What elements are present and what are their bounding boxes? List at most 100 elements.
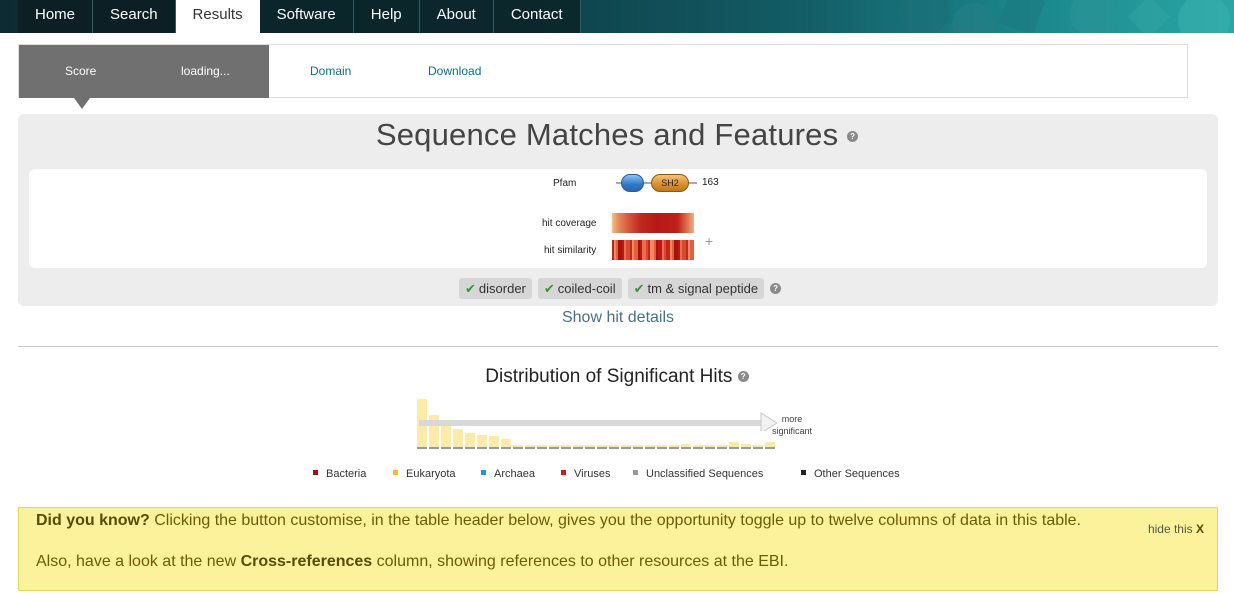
distribution-bar-base: [513, 447, 523, 449]
distribution-bar-base: [717, 447, 727, 449]
toggle-tm-signal-peptide[interactable]: ✔ tm & signal peptide: [627, 278, 765, 299]
check-icon: ✔: [633, 281, 645, 296]
distribution-bar-base: [645, 447, 655, 449]
distribution-title-row: Distribution of Significant Hits ?: [0, 366, 1234, 388]
sequence-length: 163: [702, 177, 719, 188]
did-you-know-line1: Did you know? Clicking the button custom…: [36, 512, 1081, 530]
did-you-know-line2: Also, have a look at the new Cross-refer…: [36, 553, 788, 571]
legend-swatch: [633, 470, 638, 475]
tab-score[interactable]: Score: [65, 64, 96, 78]
legend-viruses: Viruses: [561, 468, 610, 480]
nav-help[interactable]: Help: [353, 0, 420, 33]
distribution-bar-base: [441, 447, 451, 449]
more-significant-line2: significant: [772, 426, 813, 436]
distribution-bar-base: [693, 447, 703, 449]
toggle-disorder-label: disorder: [478, 281, 526, 296]
distribution-bar[interactable]: [489, 436, 499, 447]
distribution-bar-base: [765, 447, 775, 449]
legend-label: Viruses: [574, 468, 611, 480]
distribution-bar-base: [525, 447, 535, 449]
distribution-title: Distribution of Significant Hits: [485, 366, 733, 387]
distribution-bar-base: [573, 447, 583, 449]
distribution-bar-base: [453, 447, 463, 449]
check-icon: ✔: [465, 281, 476, 296]
show-hit-details-link[interactable]: Show hit details: [0, 309, 1234, 327]
did-you-know-text2-post: column, showing references to other reso…: [376, 553, 789, 570]
distribution-bar-base: [621, 447, 631, 449]
hide-tip-label: hide this: [1147, 522, 1193, 536]
pfam-label: Pfam: [553, 178, 577, 189]
sequence-title: Sequence Matches and Features: [375, 117, 839, 152]
hit-similarity-label: hit similarity: [544, 245, 597, 256]
distribution-bar-base: [417, 447, 427, 449]
nav-results[interactable]: Results: [175, 0, 260, 33]
nav-software[interactable]: Software: [259, 0, 354, 33]
distribution-bar-base: [465, 447, 475, 449]
distribution-bar-base: [585, 447, 595, 449]
hide-tip-button[interactable]: hide this X: [1148, 522, 1204, 536]
legend-label: Unclassified Sequences: [646, 468, 764, 480]
distribution-bar-base: [729, 447, 739, 449]
result-tabs: Score loading... Domain Download: [18, 44, 1188, 109]
did-you-know-lead: Did you know?: [36, 512, 150, 529]
tab-domain[interactable]: Domain: [310, 64, 351, 78]
distribution-bar-base: [669, 447, 679, 449]
hit-coverage-bar: [612, 213, 694, 233]
help-icon[interactable]: ?: [847, 131, 859, 143]
hit-similarity-bar: [612, 240, 694, 260]
legend-bacteria: Bacteria: [313, 468, 366, 480]
legend-swatch: [481, 470, 486, 475]
tab-pointer: [74, 98, 90, 109]
legend-label: Bacteria: [326, 468, 367, 480]
distribution-bar-base: [501, 447, 511, 449]
distribution-bar-base: [657, 447, 667, 449]
distribution-bar-base: [681, 447, 691, 449]
hit-coverage-label: hit coverage: [542, 218, 597, 229]
distribution-bar-base: [477, 447, 487, 449]
more-significant-line1: more: [781, 414, 803, 424]
significance-arrow: [419, 412, 778, 431]
header-decoration: [898, 0, 1230, 33]
distribution-bar[interactable]: [501, 439, 511, 447]
did-you-know-text1: Clicking the button customise, in the ta…: [154, 512, 1082, 529]
tab-score-group: Score loading...: [19, 45, 269, 98]
legend-unclassified: Unclassified Sequences: [633, 468, 763, 480]
distribution-bar[interactable]: [465, 433, 475, 447]
sequence-title-row: Sequence Matches and Features ?: [0, 117, 1234, 153]
distribution-bar-base: [429, 447, 439, 449]
legend-swatch: [393, 470, 398, 475]
distribution-bar-base: [753, 447, 763, 449]
distribution-chart[interactable]: [417, 397, 778, 451]
top-nav: Home Search Results Software Help About …: [0, 0, 1234, 33]
distribution-bar-base: [597, 447, 607, 449]
nav-contact[interactable]: Contact: [493, 0, 581, 33]
expand-icon[interactable]: +: [705, 233, 713, 249]
distribution-bar-base: [489, 447, 499, 449]
distribution-bar-base: [549, 447, 559, 449]
distribution-bar[interactable]: [477, 435, 487, 447]
nav-home[interactable]: Home: [18, 0, 94, 33]
toggle-coiled-coil[interactable]: ✔ coiled-coil: [537, 278, 622, 299]
more-significant-label: more significant: [772, 413, 812, 437]
distribution-bar[interactable]: [453, 429, 463, 447]
pfam-domain-sh2[interactable]: SH2: [651, 174, 689, 192]
legend-label: Other Sequences: [814, 468, 900, 480]
help-icon[interactable]: ?: [770, 283, 782, 294]
tab-download[interactable]: Download: [428, 64, 481, 78]
tab-loading: loading...: [181, 64, 230, 78]
did-you-know-box: Did you know? Clicking the button custom…: [18, 507, 1218, 591]
feature-toggles: ✔ disorder ✔ coiled-coil ✔ tm & signal pept…: [459, 278, 782, 299]
nav-list: Home Search Results Software Help About …: [18, 0, 581, 33]
divider: [18, 346, 1218, 347]
check-icon: ✔: [543, 281, 555, 296]
nav-search[interactable]: Search: [93, 0, 176, 33]
legend-label: Archaea: [494, 468, 535, 480]
toggle-disorder[interactable]: ✔ disorder: [459, 278, 532, 299]
nav-about[interactable]: About: [419, 0, 494, 33]
distribution-bar-base: [633, 447, 643, 449]
distribution-bar-base: [561, 447, 571, 449]
pfam-domain-blue[interactable]: [621, 174, 644, 192]
help-icon[interactable]: ?: [737, 371, 749, 383]
legend-eukaryota: Eukaryota: [393, 468, 456, 480]
legend-swatch: [801, 470, 806, 475]
